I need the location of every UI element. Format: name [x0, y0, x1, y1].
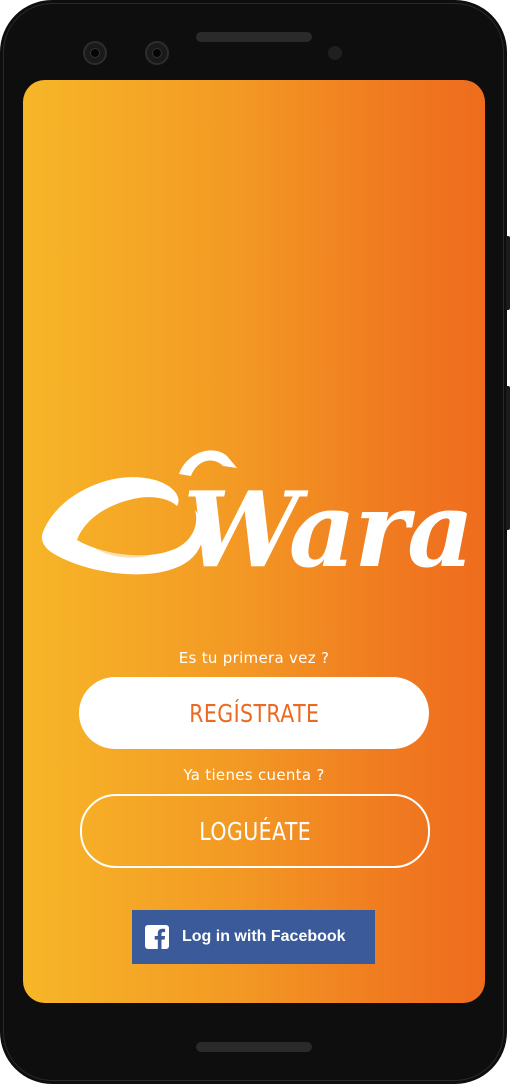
power-button: [506, 236, 510, 310]
wara-logo: Wara: [41, 450, 473, 590]
facebook-icon: [145, 925, 169, 949]
register-button-label: REGÍSTRATE: [188, 698, 320, 728]
login-button-label: LOGUÉATE: [199, 816, 311, 846]
proximity-sensor: [328, 46, 342, 60]
front-camera-secondary-icon: [145, 41, 169, 65]
earpiece-speaker: [196, 32, 312, 42]
register-prompt: Es tu primera vez ?: [178, 649, 330, 667]
logo-wordmark: Wara: [183, 468, 472, 590]
login-prompt: Ya tienes cuenta ?: [183, 766, 325, 784]
facebook-login-button[interactable]: Log in with Facebook: [132, 910, 375, 964]
facebook-login-label: Log in with Facebook: [182, 928, 346, 945]
phone-frame: Wara Es tu primera vez ? REGÍSTRATE Ya t…: [0, 0, 507, 1084]
bottom-speaker: [196, 1042, 312, 1052]
app-screen: Wara Es tu primera vez ? REGÍSTRATE Ya t…: [23, 80, 485, 1003]
front-camera-icon: [83, 41, 107, 65]
register-button[interactable]: REGÍSTRATE: [79, 677, 429, 749]
login-button[interactable]: LOGUÉATE: [80, 794, 430, 868]
volume-button: [506, 386, 510, 530]
